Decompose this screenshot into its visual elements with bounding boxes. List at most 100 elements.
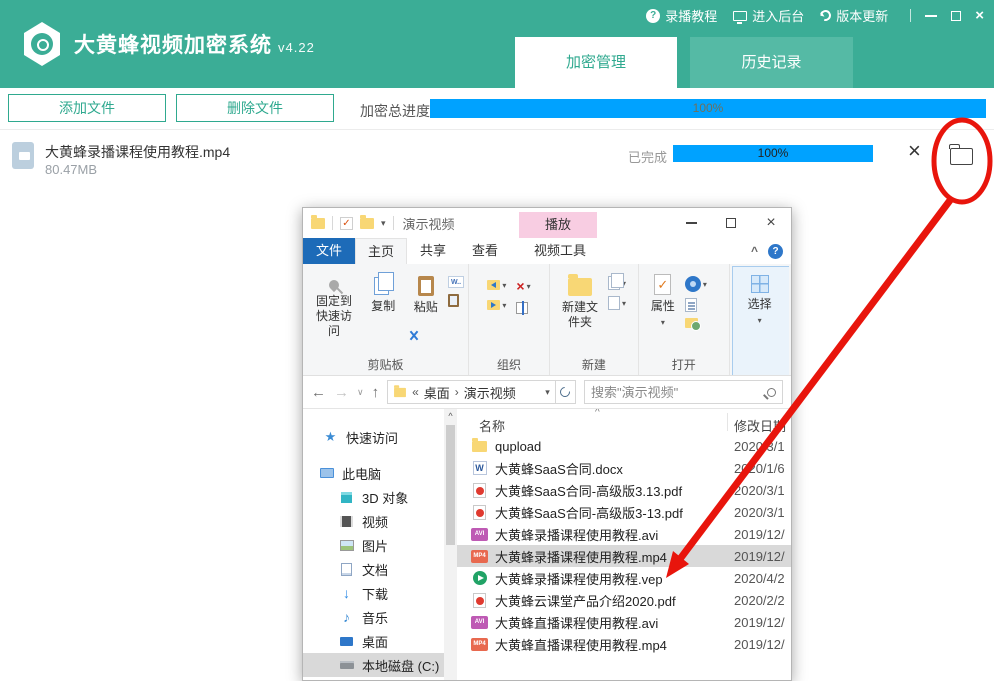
- sidebar-item-documents[interactable]: 文档: [303, 557, 444, 581]
- new-item-button[interactable]: ▾: [608, 296, 626, 310]
- explorer-maximize-button[interactable]: [711, 208, 751, 238]
- column-header-date[interactable]: 修改日期: [734, 416, 786, 435]
- open-media-button[interactable]: ▾: [685, 276, 707, 292]
- backend-link[interactable]: 进入后台: [733, 6, 804, 25]
- explorer-help-icon[interactable]: ?: [768, 244, 783, 259]
- breadcrumb-current[interactable]: 演示视频: [464, 383, 516, 402]
- ribbon: 固定到快速访问 复制 粘贴 W.. 剪贴板 ▾ ▾ ×▾: [303, 264, 791, 376]
- remove-task-icon[interactable]: ×: [908, 140, 921, 162]
- address-dropdown-icon[interactable]: ▾: [545, 387, 550, 398]
- sidebar-item-local-disk-c[interactable]: 本地磁盘 (C:): [303, 653, 444, 677]
- breadcrumb-root-sep[interactable]: «: [412, 385, 419, 399]
- sidebar-item-quick-access[interactable]: ★快速访问: [303, 425, 444, 449]
- edit-button[interactable]: [685, 298, 707, 312]
- minimize-icon[interactable]: [925, 15, 937, 17]
- paste-button[interactable]: 粘贴: [405, 272, 446, 357]
- organize-col-2: ×▾: [516, 272, 530, 357]
- column-header-name[interactable]: 名称: [479, 416, 505, 435]
- copy-path-button[interactable]: W..: [448, 276, 464, 288]
- file-row[interactable]: 大黄蜂云课堂产品介绍2020.pdf2020/2/2: [457, 589, 791, 611]
- menu-tab-file[interactable]: 文件: [303, 238, 355, 264]
- file-row[interactable]: qupload 2020/3/1: [457, 435, 791, 457]
- explorer-window-controls: ×: [671, 208, 791, 238]
- file-date: 2020/3/1: [734, 439, 791, 454]
- search-box[interactable]: [584, 380, 783, 404]
- menu-tab-share[interactable]: 共享: [407, 238, 459, 264]
- rename-button[interactable]: [516, 302, 530, 314]
- new-folder-button[interactable]: 新建文件夹: [554, 272, 606, 357]
- maximize-icon[interactable]: [951, 11, 961, 21]
- forward-icon[interactable]: →: [334, 385, 349, 400]
- file-name: 大黄蜂录播课程使用教程.mp4: [495, 547, 667, 566]
- delete-button[interactable]: ×▾: [516, 280, 530, 292]
- disk-icon: [339, 661, 354, 669]
- sidebar-item-this-pc[interactable]: 此电脑: [303, 461, 444, 485]
- sidebar-label: 音乐: [362, 608, 388, 627]
- file-row[interactable]: 大黄蜂录播课程使用教程.vep2020/4/2: [457, 567, 791, 589]
- sidebar-item-pictures[interactable]: 图片: [303, 533, 444, 557]
- tab-history[interactable]: 历史记录: [690, 37, 853, 88]
- history-button[interactable]: [685, 318, 707, 328]
- up-icon[interactable]: ↑: [372, 385, 380, 400]
- menu-tab-view[interactable]: 查看: [459, 238, 511, 264]
- file-row[interactable]: W大黄蜂SaaS合同.docx2020/1/6: [457, 457, 791, 479]
- file-date: 2019/12/: [734, 637, 791, 652]
- menu-tab-home[interactable]: 主页: [355, 238, 407, 264]
- back-icon[interactable]: ←: [311, 385, 326, 400]
- app-window-controls: ×: [910, 8, 984, 23]
- add-file-button[interactable]: 添加文件: [8, 94, 166, 122]
- file-name: qupload: [495, 439, 541, 454]
- file-row[interactable]: AVI大黄蜂录播课程使用教程.avi2019/12/: [457, 523, 791, 545]
- file-row[interactable]: AVI大黄蜂直播课程使用教程.avi2019/12/: [457, 611, 791, 633]
- recent-locations-icon[interactable]: ∨: [357, 387, 364, 398]
- qat-check-icon[interactable]: ✓: [340, 217, 353, 230]
- paste-shortcut-button[interactable]: [448, 294, 464, 307]
- pin-to-quick-access-button[interactable]: 固定到快速访问: [307, 272, 361, 357]
- menu-tab-video-tools[interactable]: 视频工具: [521, 238, 599, 264]
- select-grid-icon: [751, 275, 769, 293]
- file-row-selected[interactable]: MP4大黄蜂录播课程使用教程.mp42019/12/: [457, 545, 791, 567]
- picture-icon: [339, 540, 354, 551]
- file-row[interactable]: 大黄蜂SaaS合同-高级版3-13.pdf2020/3/1: [457, 501, 791, 523]
- file-row[interactable]: 大黄蜂SaaS合同-高级版3.13.pdf2020/3/1: [457, 479, 791, 501]
- scroll-up-icon[interactable]: ^: [444, 411, 457, 421]
- collapse-ribbon-icon[interactable]: ^: [751, 244, 758, 258]
- qat-folder-icon[interactable]: [360, 218, 374, 229]
- address-box[interactable]: « 桌面 › 演示视频 ▾: [387, 380, 556, 404]
- clipboard-small-buttons: W..: [448, 272, 464, 357]
- tab-encrypt-manage[interactable]: 加密管理: [515, 37, 677, 88]
- column-divider[interactable]: [727, 413, 728, 431]
- sidebar-item-3d-objects[interactable]: 3D 对象: [303, 485, 444, 509]
- breadcrumb-desktop[interactable]: 桌面: [424, 383, 450, 402]
- copy-to-button[interactable]: ▾: [487, 300, 506, 310]
- delete-file-button[interactable]: 删除文件: [176, 94, 334, 122]
- qat-caret-icon[interactable]: ▾: [381, 218, 386, 229]
- sidebar-item-videos[interactable]: 视频: [303, 509, 444, 533]
- scrollbar-thumb[interactable]: [446, 425, 455, 545]
- open-folder-icon[interactable]: [950, 148, 973, 165]
- sidebar-item-music[interactable]: ♪音乐: [303, 605, 444, 629]
- close-icon[interactable]: ×: [975, 8, 984, 23]
- open-small-buttons: ▾: [685, 272, 707, 357]
- update-link[interactable]: 版本更新: [820, 6, 888, 25]
- sidebar-item-desktop[interactable]: 桌面: [303, 629, 444, 653]
- refresh-button[interactable]: [556, 380, 576, 404]
- file-row[interactable]: MP4大黄蜂直播课程使用教程.mp42019/12/: [457, 633, 791, 655]
- easy-access-button[interactable]: ▾: [608, 276, 626, 290]
- cut-scissors-icon[interactable]: [407, 330, 421, 342]
- sidebar-item-downloads[interactable]: ↓下载: [303, 581, 444, 605]
- copy-button[interactable]: 复制: [363, 272, 404, 357]
- explorer-minimize-button[interactable]: [671, 208, 711, 238]
- contextual-tab-play[interactable]: 播放: [519, 212, 597, 238]
- explorer-close-button[interactable]: ×: [751, 208, 791, 238]
- film-icon: [339, 516, 354, 527]
- file-date: 2020/1/6: [734, 461, 791, 476]
- select-button[interactable]: 选择 ▾: [737, 273, 783, 372]
- navigation-scrollbar[interactable]: ^: [444, 409, 457, 680]
- search-input[interactable]: [591, 385, 767, 400]
- tutorial-link[interactable]: ? 录播教程: [646, 6, 717, 25]
- move-to-button[interactable]: ▾: [487, 280, 506, 290]
- properties-button[interactable]: ✓ 属性 ▾: [643, 272, 683, 357]
- explorer-titlebar[interactable]: ✓ ▾ 演示视频 播放 ×: [303, 208, 791, 238]
- document-icon: [339, 563, 354, 576]
